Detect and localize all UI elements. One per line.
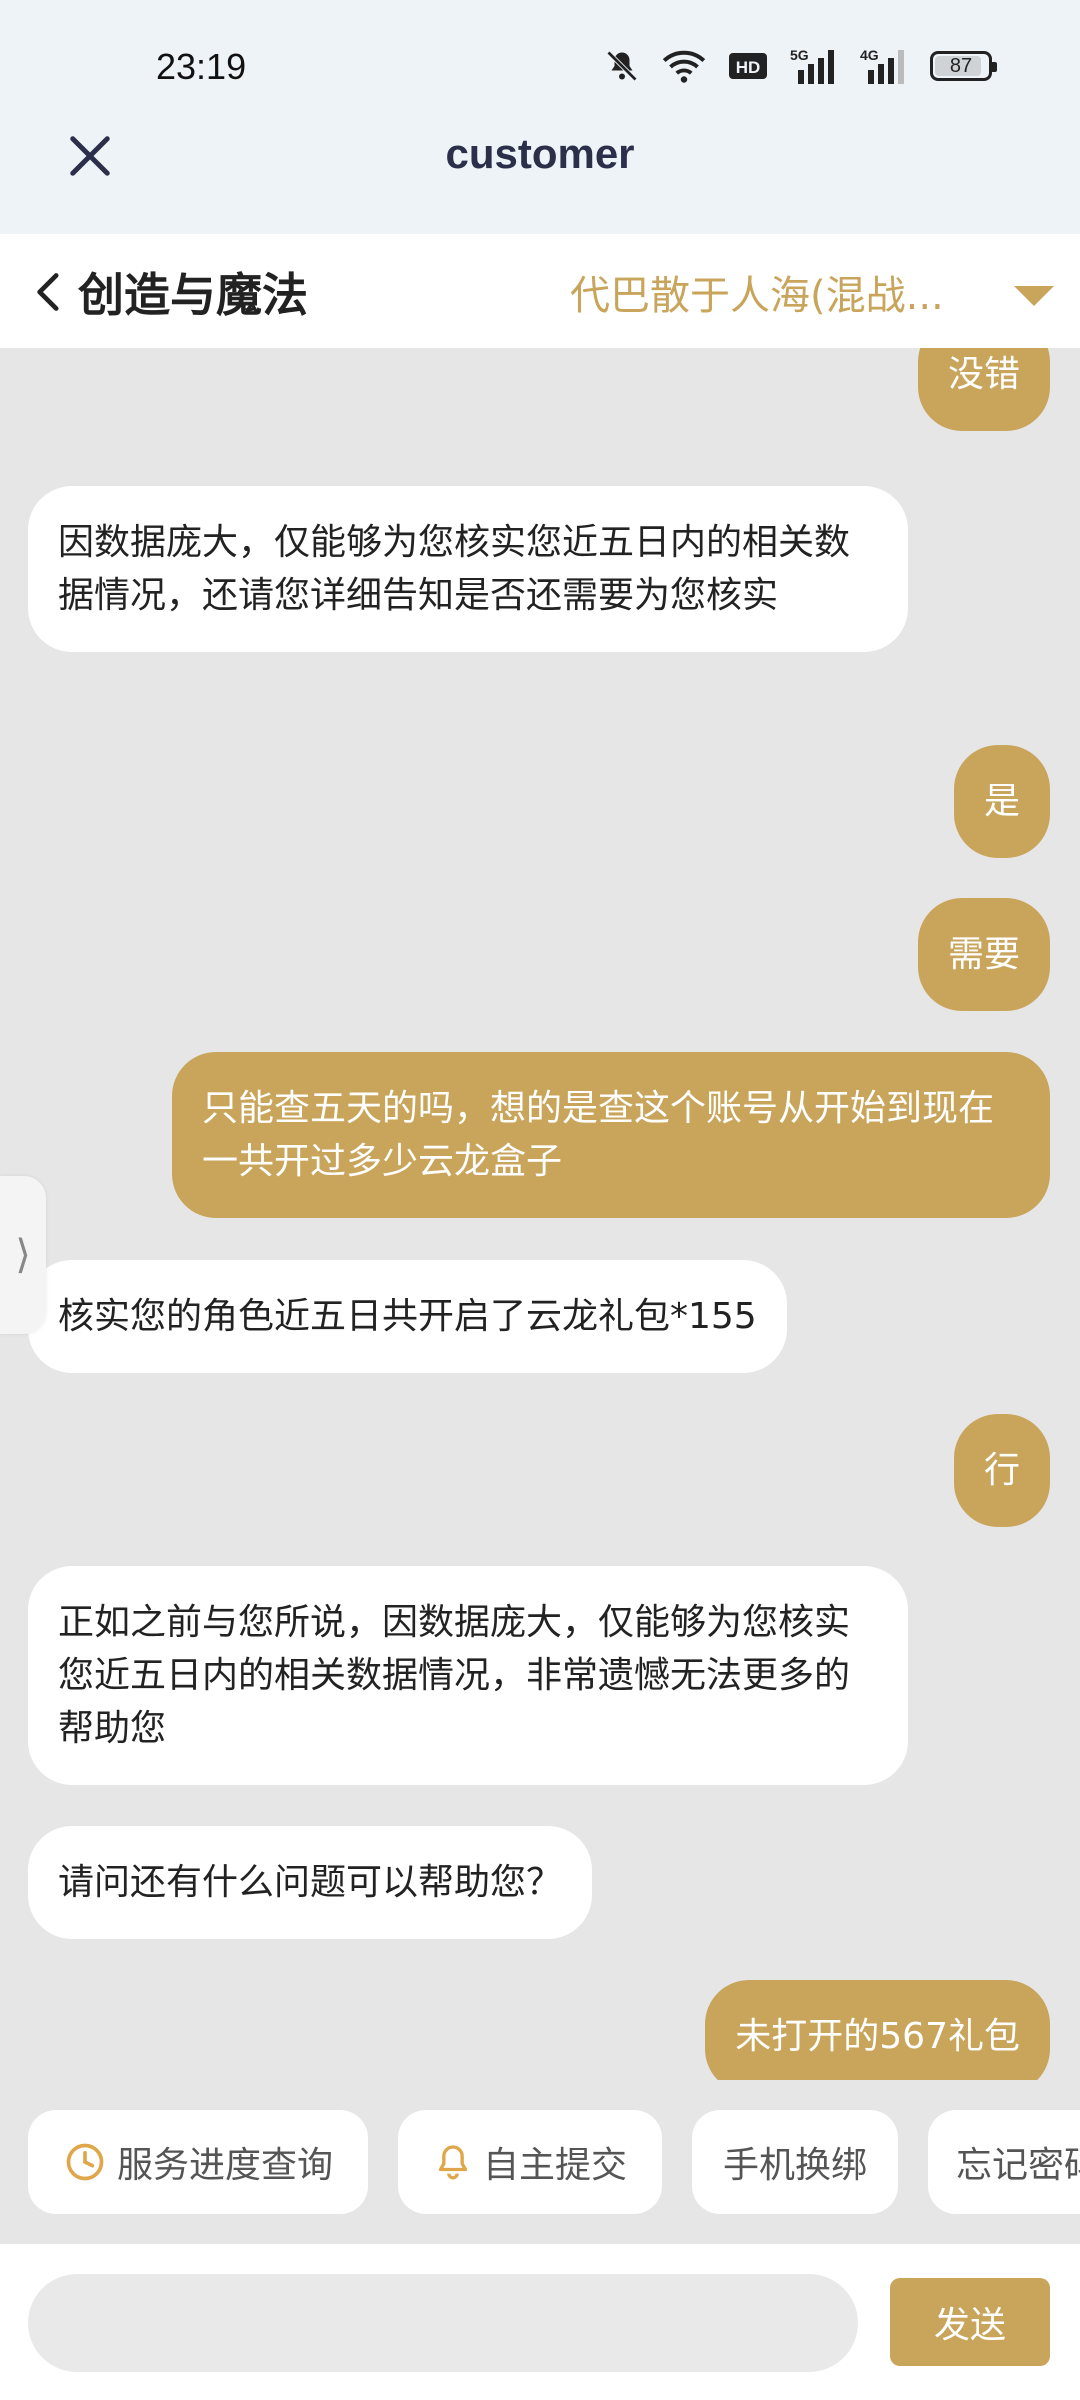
bell-icon (438, 2145, 468, 2180)
sim2-label: 4G (860, 47, 879, 63)
message-user: 未打开的567礼包 (705, 1980, 1050, 2080)
battery-level: 87 (949, 54, 973, 77)
status-bar: 23:19 HD 5G 4G 87 (0, 0, 1080, 120)
hd-label: HD (736, 58, 761, 77)
quick-action-service-progress[interactable]: 服务进度查询 (28, 2110, 368, 2214)
battery-icon: 87 (930, 51, 997, 81)
side-drawer-glyph: ⟩ (15, 1232, 31, 1278)
message-user: 没错 (917, 348, 1050, 431)
quick-action-label: 自主提交 (482, 2145, 627, 2186)
server-selector[interactable]: 代巴散于人海(混战... (570, 262, 970, 322)
message-user: 只能查五天的吗，想的是查这个账号从开始到现在一共开过多少云龙盒子 (172, 1052, 1050, 1218)
quick-action-label: 忘记密码 (956, 2145, 1080, 2186)
quick-action-forgot-password[interactable]: 忘记密码 (928, 2110, 1080, 2214)
message-bot: 请问还有什么问题可以帮助您？ (28, 1826, 593, 1939)
message-bot: 核实您的角色近五日共开启了云龙礼包*155 (28, 1260, 787, 1373)
message-bot: 因数据庞大，仅能够为您核实您近五日内的相关数据情况，还请您详细告知是否还需要为您… (28, 486, 908, 652)
quick-actions: 服务进度查询 自主提交 手机换绑 忘记密码 (0, 2110, 1080, 2214)
message-input[interactable] (28, 2274, 858, 2372)
top-bar: 23:19 HD 5G 4G 87 customer (0, 0, 1080, 234)
triangle-down-icon[interactable] (1012, 284, 1056, 308)
quick-action-phone-rebind[interactable]: 手机换绑 (692, 2110, 898, 2214)
quick-action-label: 服务进度查询 (116, 2145, 333, 2186)
message-bot: 正如之前与您所说，因数据庞大，仅能够为您核实您近五日内的相关数据情况，非常遗憾无… (28, 1566, 908, 1785)
chevron-left-icon (37, 273, 59, 311)
back-button[interactable]: 创造与魔法 (32, 264, 308, 322)
wifi-icon (662, 50, 706, 83)
game-name: 创造与魔法 (78, 268, 308, 322)
mute-bell-icon (606, 50, 638, 82)
chat-area[interactable]: 没错 因数据庞大，仅能够为您核实您近五日内的相关数据情况，还请您详细告知是否还需… (0, 348, 1080, 2080)
input-bar: 发送 (0, 2244, 1080, 2400)
clock-icon (66, 2143, 104, 2181)
page-title: customer (445, 130, 635, 177)
message-user: 行 (953, 1414, 1050, 1527)
status-icons: HD 5G 4G 87 (604, 44, 997, 88)
status-time: 23:19 (156, 46, 247, 87)
message-user: 是 (953, 745, 1050, 858)
quick-action-self-submit[interactable]: 自主提交 (398, 2110, 662, 2214)
message-user: 需要 (917, 898, 1050, 1011)
send-button[interactable]: 发送 (890, 2278, 1050, 2366)
side-drawer-handle[interactable]: ⟩ (0, 1176, 46, 1334)
hd-icon: HD (729, 53, 767, 79)
game-header: 创造与魔法 代巴散于人海(混战... (0, 234, 1080, 348)
sim1-label: 5G (790, 47, 809, 63)
signal-4g-icon: 4G (860, 47, 904, 84)
quick-action-label: 手机换绑 (722, 2145, 867, 2186)
signal-5g-icon: 5G (790, 47, 834, 84)
